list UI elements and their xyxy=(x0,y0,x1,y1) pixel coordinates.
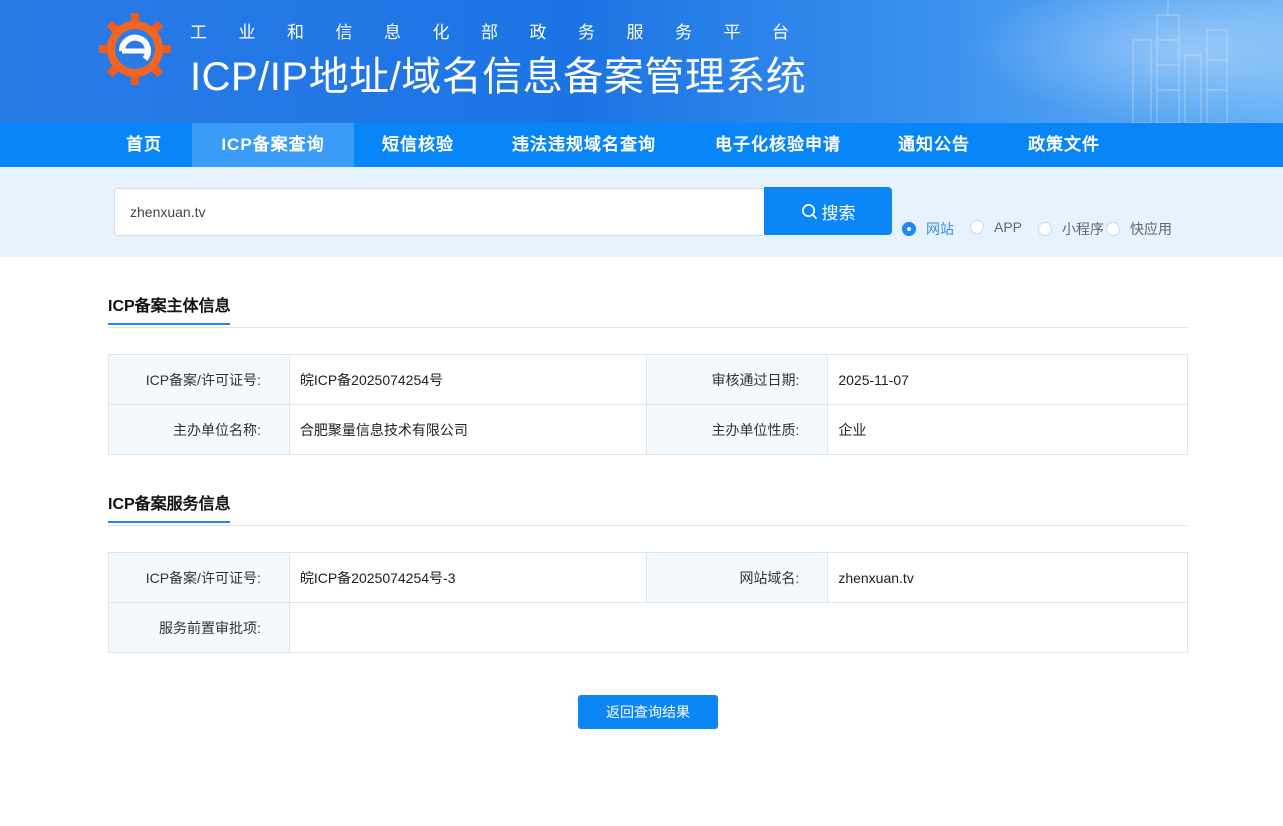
license-number-label: ICP备案/许可证号: xyxy=(108,354,290,405)
table-row: ICP备案/许可证号: 皖ICP备2025074254号 审核通过日期: 202… xyxy=(108,354,1188,405)
pre-approval-label: 服务前置审批项: xyxy=(108,602,290,653)
service-info-table: ICP备案/许可证号: 皖ICP备2025074254号-3 网站域名: zhe… xyxy=(108,552,1189,653)
sponsor-type-value: 企业 xyxy=(827,404,1188,455)
city-skyline-graphic xyxy=(1132,0,1228,123)
approval-date-value: 2025-11-07 xyxy=(827,354,1188,405)
sponsor-name-label: 主办单位名称: xyxy=(108,404,290,455)
search-icon xyxy=(801,203,817,219)
search-button-label: 搜索 xyxy=(821,203,856,223)
section-divider xyxy=(108,525,1188,526)
service-section-title-text: ICP备案服务信息 xyxy=(108,496,231,513)
main-nav: 首页 ICP备案查询 短信核验 违法违规域名查询 电子化核验申请 通知公告 政策… xyxy=(0,123,1283,167)
section-title-underline xyxy=(108,521,230,523)
radio-label: APP xyxy=(994,219,1023,235)
radio-dot xyxy=(902,222,916,236)
platform-subtitle: 工业和信息化部政务服务平台 xyxy=(190,23,821,42)
approval-date-label: 审核通过日期: xyxy=(645,354,829,405)
system-title: ICP/IP地址/域名信息备案管理系统 xyxy=(190,55,807,99)
subject-section-title: ICP备案主体信息 xyxy=(108,292,231,325)
radio-label: 网站 xyxy=(926,221,954,237)
website-domain-value: zhenxuan.tv xyxy=(827,552,1188,603)
service-section-title: ICP备案服务信息 xyxy=(108,490,231,523)
table-row: ICP备案/许可证号: 皖ICP备2025074254号-3 网站域名: zhe… xyxy=(108,552,1188,603)
license-number-value: 皖ICP备2025074254号 xyxy=(288,354,647,405)
radio-website[interactable]: 网站 xyxy=(902,219,954,239)
service-license-label: ICP备案/许可证号: xyxy=(108,552,290,603)
subject-info-table: ICP备案/许可证号: 皖ICP备2025074254号 审核通过日期: 202… xyxy=(108,354,1188,455)
sponsor-type-label: 主办单位性质: xyxy=(645,404,829,455)
search-input[interactable] xyxy=(114,188,765,236)
nav-home[interactable]: 首页 xyxy=(96,123,192,167)
radio-app[interactable]: APP xyxy=(970,219,1022,235)
radio-label: 小程序 xyxy=(1062,221,1104,237)
nav-policy-docs[interactable]: 政策文件 xyxy=(998,123,1130,167)
nav-icp-query[interactable]: ICP备案查询 xyxy=(192,123,354,167)
subject-section-title-text: ICP备案主体信息 xyxy=(108,298,231,315)
search-button[interactable]: 搜索 xyxy=(764,187,892,235)
radio-dot xyxy=(1038,222,1052,236)
back-to-results-button[interactable]: 返回查询结果 xyxy=(578,695,718,729)
nav-electronic-verify[interactable]: 电子化核验申请 xyxy=(686,123,870,167)
section-title-underline xyxy=(108,323,230,325)
section-divider xyxy=(108,327,1188,328)
search-band: 搜索 网站 APP 小程序 快应用 xyxy=(0,167,1283,257)
radio-dot xyxy=(970,220,984,234)
pre-approval-value xyxy=(288,602,1189,653)
radio-mini-program[interactable]: 小程序 xyxy=(1038,219,1104,239)
radio-quick-app[interactable]: 快应用 xyxy=(1106,219,1172,239)
ministry-logo-icon xyxy=(99,13,171,85)
header-banner: 工业和信息化部政务服务平台 ICP/IP地址/域名信息备案管理系统 xyxy=(0,0,1283,123)
service-license-value: 皖ICP备2025074254号-3 xyxy=(288,552,647,603)
table-row: 服务前置审批项: xyxy=(108,602,1189,653)
website-domain-label: 网站域名: xyxy=(645,552,829,603)
nav-illegal-domain-query[interactable]: 违法违规域名查询 xyxy=(482,123,686,167)
radio-dot xyxy=(1106,222,1120,236)
nav-notices[interactable]: 通知公告 xyxy=(870,123,998,167)
sponsor-name-value: 合肥聚量信息技术有限公司 xyxy=(288,404,647,455)
radio-label: 快应用 xyxy=(1130,221,1172,237)
nav-sms-verify[interactable]: 短信核验 xyxy=(354,123,482,167)
table-row: 主办单位名称: 合肥聚量信息技术有限公司 主办单位性质: 企业 xyxy=(108,404,1188,455)
